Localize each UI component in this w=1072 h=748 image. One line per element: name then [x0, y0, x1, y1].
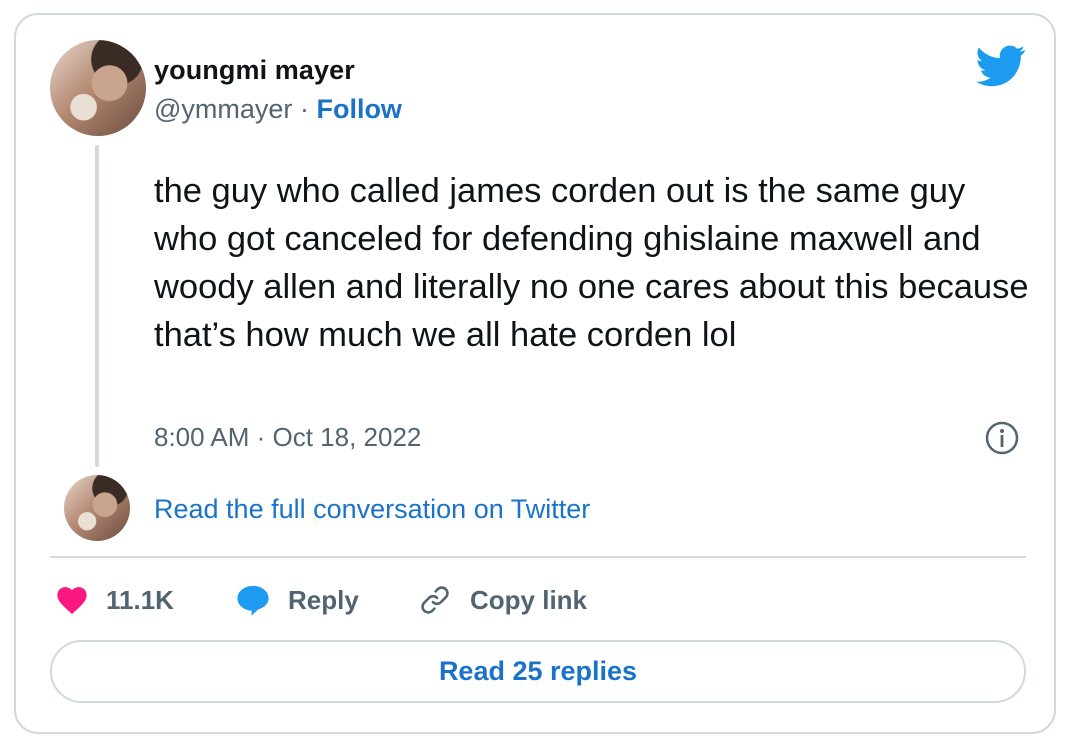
read-full-conversation-link[interactable]: Read the full conversation on Twitter — [154, 494, 590, 525]
follow-link[interactable]: Follow — [316, 94, 401, 124]
copy-link-label: Copy link — [470, 584, 588, 615]
author-name[interactable]: youngmi mayer — [154, 55, 355, 86]
tweet-timestamp[interactable]: 8:00 AM · Oct 18, 2022 — [154, 422, 421, 453]
tweet-text: the guy who called james corden out is t… — [154, 172, 1029, 354]
thread-connector-line — [95, 145, 99, 467]
handle-separator: · — [299, 94, 309, 124]
author-handle-row: @ymmayer · Follow — [154, 94, 402, 125]
reply-bubble-icon — [237, 585, 269, 616]
author-handle[interactable]: @ymmayer — [154, 94, 292, 124]
conversation-avatar[interactable] — [64, 475, 130, 541]
read-replies-button[interactable]: Read 25 replies — [50, 640, 1026, 703]
like-count: 11.1K — [106, 584, 174, 615]
link-icon — [421, 586, 449, 614]
reply-button[interactable]: Reply — [236, 583, 359, 617]
heart-icon — [57, 587, 87, 615]
divider — [50, 556, 1026, 558]
twitter-bird-icon[interactable] — [976, 45, 1026, 87]
info-icon[interactable] — [984, 420, 1020, 456]
reply-label: Reply — [288, 584, 359, 615]
like-button[interactable]: 11.1K — [56, 583, 174, 617]
copy-link-button[interactable]: Copy link — [418, 583, 587, 617]
author-avatar[interactable] — [50, 40, 146, 136]
read-replies-label: Read 25 replies — [438, 656, 638, 686]
tweet-embed-card: youngmi mayer @ymmayer · Follow the guy … — [14, 13, 1056, 734]
